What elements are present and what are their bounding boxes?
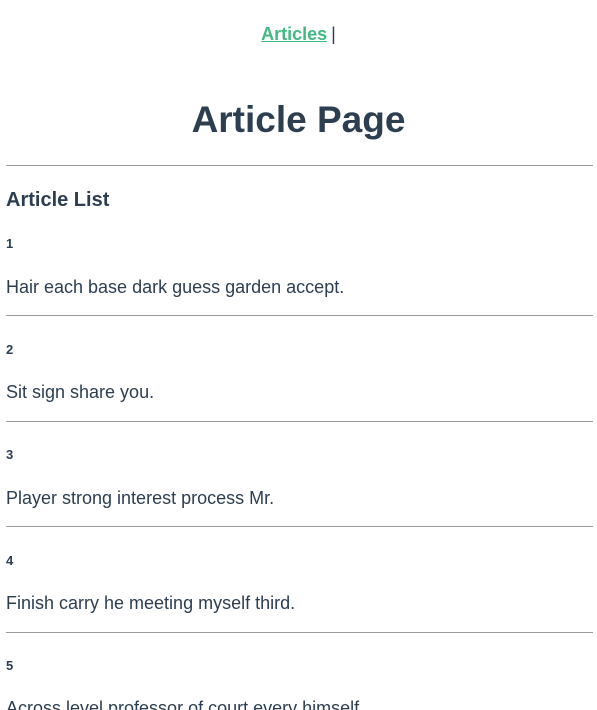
article-text: Sit sign share you. — [6, 382, 155, 402]
article-text: Hair each base dark guess garden accept. — [6, 277, 345, 297]
article-id: 4 — [6, 553, 14, 568]
article-divider — [6, 421, 593, 422]
article-divider — [6, 315, 593, 316]
article-text: Across level professor of court every hi… — [6, 698, 365, 710]
page: Articles | Article Page Article List 1 Ha… — [0, 0, 597, 710]
title-divider — [6, 165, 593, 166]
article-list-heading: Article List — [6, 189, 110, 211]
article-id: 5 — [6, 658, 14, 673]
article-id: 1 — [6, 236, 14, 251]
page-title: Article Page — [191, 99, 406, 140]
top-nav: Articles | — [0, 23, 597, 45]
article-text: Player strong interest process Mr. — [6, 488, 275, 508]
article-id: 2 — [6, 342, 14, 357]
nav-separator: | — [331, 24, 336, 44]
article-text: Finish carry he meeting myself third. — [6, 593, 296, 613]
article-divider — [6, 526, 593, 527]
article-id: 3 — [6, 447, 14, 462]
articles-link[interactable]: Articles — [261, 24, 327, 44]
article-divider — [6, 632, 593, 633]
